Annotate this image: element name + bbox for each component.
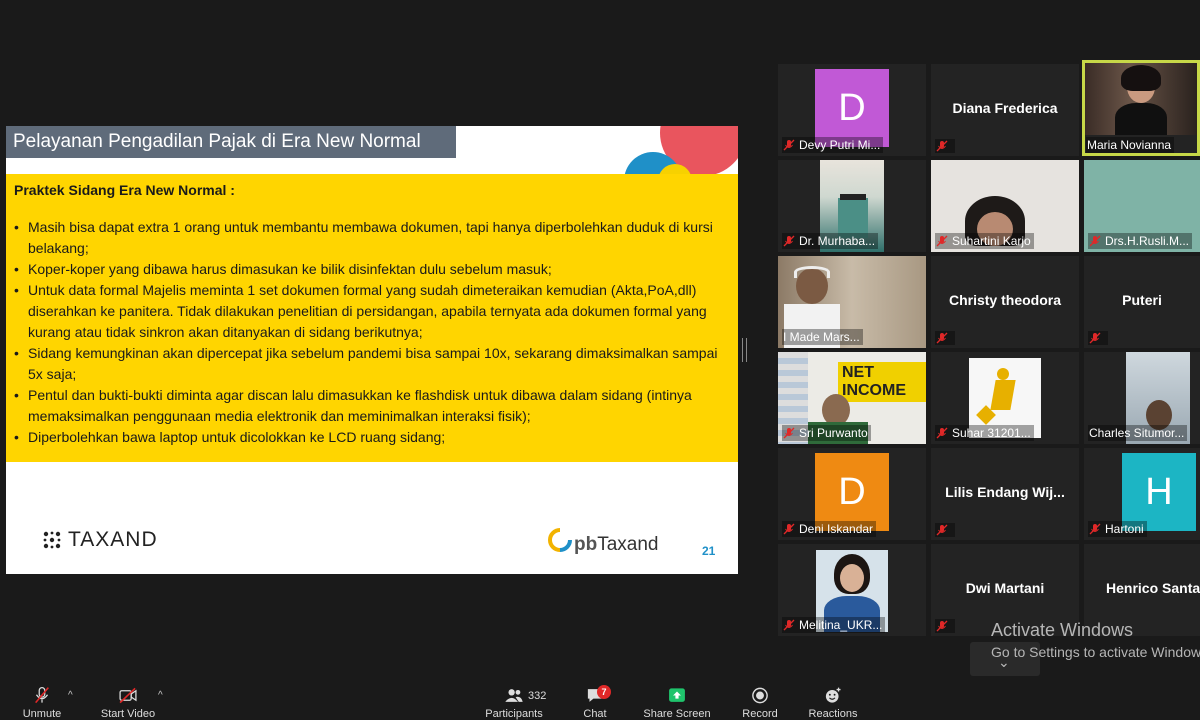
mic-off-icon [783, 235, 795, 247]
reactions-button[interactable]: Reactions [806, 680, 860, 720]
participant-tile-imade[interactable]: I Made Mars... [778, 256, 926, 348]
mic-off-icon [1089, 523, 1101, 535]
mic-off-icon [936, 140, 948, 152]
participant-tile-murhaba[interactable]: Dr. Murhaba... [778, 160, 926, 252]
participant-name: Drs.H.Rusli.M... [1088, 233, 1192, 249]
mic-off-icon [936, 427, 948, 439]
bullet-item: • Pentul dan bukti-bukti diminta agar dis… [14, 387, 692, 424]
slide-page-number: 21 [702, 544, 716, 558]
participant-tile-maria-active-speaker[interactable]: Maria Novianna [1082, 60, 1200, 156]
participant-display-name: Lilis Endang Wij... [945, 484, 1065, 500]
participant-tile-rusli[interactable]: Drs.H.Rusli.M... [1084, 160, 1200, 252]
slide-content-box: Praktek Sidang Era New Normal : • Masih b… [6, 174, 738, 462]
section-heading: Praktek Sidang Era New Normal : [14, 182, 235, 198]
share-screen-button[interactable]: Share Screen [642, 680, 712, 720]
participant-name [935, 139, 955, 153]
activate-windows-subtitle: Go to Settings to activate Window [991, 644, 1200, 660]
participant-display-name: Christy theodora [948, 292, 1061, 308]
start-video-button[interactable]: Start Video [100, 680, 156, 720]
participant-name: Suhar 31201... [935, 425, 1034, 441]
mic-off-icon [1089, 235, 1101, 247]
record-button[interactable]: Record [740, 680, 780, 720]
participant-name: Sri Purwanto [782, 425, 871, 441]
participant-tile-deni[interactable]: D Deni Iskandar [778, 448, 926, 540]
pbtaxand-logo: pb Taxand [548, 528, 659, 556]
mic-off-icon [936, 332, 948, 344]
participants-count: 332 [528, 690, 547, 702]
participant-tile-suhartini[interactable]: Suhartini Karjo [931, 160, 1079, 252]
meeting-toolbar: Unmute ^ Start Video ^ Participants 332 … [0, 680, 1200, 720]
participant-display-name: Puteri [1122, 292, 1162, 308]
avatar: D [815, 69, 889, 147]
bullet-item: • Diperbolehkan bawa laptop untuk dicolok… [14, 429, 446, 445]
mic-off-icon [783, 427, 795, 439]
participant-tile-lilis[interactable]: Lilis Endang Wij... [931, 448, 1079, 540]
participant-name: I Made Mars... [782, 329, 863, 345]
share-screen-icon [669, 688, 685, 702]
unmute-button[interactable]: Unmute [22, 680, 62, 720]
participant-display-name: Dwi Martani [965, 580, 1045, 596]
slide-header: Pelayanan Pengadilan Pajak di Era New No… [6, 126, 738, 210]
pbtaxand-mark-icon [548, 528, 572, 552]
bullet-item: • Untuk data formal Majelis meminta 1 set… [14, 282, 707, 340]
participant-name: Deni Iskandar [782, 521, 877, 537]
participant-tile-suhar[interactable]: Suhar 31201... [931, 352, 1079, 444]
participant-name: Hartoni [1088, 521, 1147, 537]
participants-icon [505, 689, 523, 702]
audio-options-caret[interactable]: ^ [68, 690, 73, 701]
avatar: D [815, 453, 889, 531]
shared-slide: Pelayanan Pengadilan Pajak di Era New No… [6, 126, 738, 574]
bullet-list: • Masih bisa dapat extra 1 orang untuk me… [14, 217, 730, 448]
bullet-item: • Sidang kemungkinan akan dipercepat jika… [14, 345, 718, 382]
participant-name [935, 331, 955, 345]
participant-name: Charles Situmor... [1088, 425, 1188, 441]
reactions-smiley-icon [825, 687, 841, 703]
slide-title: Pelayanan Pengadilan Pajak di Era New No… [6, 126, 456, 158]
participant-tile-hartoni[interactable]: H Hartoni [1084, 448, 1200, 540]
split-resize-handle[interactable] [742, 338, 747, 362]
avatar: H [1122, 453, 1196, 531]
participant-tile-christy[interactable]: Christy theodora [931, 256, 1079, 348]
mic-off-icon [1089, 332, 1101, 344]
mic-off-icon [936, 235, 948, 247]
activate-windows-title: Activate Windows [991, 620, 1134, 640]
taxand-logo: TAXAND [42, 528, 158, 552]
mic-off-icon [936, 524, 948, 536]
mic-off-icon [783, 619, 795, 631]
taxand-dots-icon [43, 531, 61, 549]
participant-name [935, 619, 955, 633]
participant-name: Dr. Murhaba... [782, 233, 879, 249]
participant-name [1088, 331, 1108, 345]
mic-off-icon [783, 523, 795, 535]
bullet-item: • Masih bisa dapat extra 1 orang untuk me… [14, 219, 713, 256]
participant-name: Melitina_UKR... [782, 617, 886, 633]
mic-off-icon [783, 139, 795, 151]
participant-name: Maria Novianna [1086, 137, 1175, 153]
video-options-caret[interactable]: ^ [158, 690, 163, 701]
video-feed [1085, 63, 1197, 135]
participant-name [935, 523, 955, 537]
participant-tile-melitina[interactable]: Melitina_UKR... [778, 544, 926, 636]
video-off-icon [119, 687, 137, 704]
participant-display-name: Henrico Santar [1106, 580, 1200, 596]
participant-tile-puteri[interactable]: Puteri [1084, 256, 1200, 348]
participant-display-name: Diana Frederica [952, 100, 1058, 116]
participant-name: Suhartini Karjo [935, 233, 1034, 249]
participant-tile-diana[interactable]: Diana Frederica [931, 64, 1079, 156]
mic-muted-icon [35, 686, 49, 704]
bullet-item: • Koper-koper yang dibawa harus dimasukan… [14, 261, 552, 277]
chat-unread-badge: 7 [597, 685, 611, 699]
participant-tile-devy[interactable]: D Devy Putri Mi... [778, 64, 926, 156]
participant-tile-sri[interactable]: NET INCOME Sri Purwanto [778, 352, 926, 444]
participant-tile-charles[interactable]: Charles Situmor... [1084, 352, 1200, 444]
mic-off-icon [936, 620, 948, 632]
participant-name: Devy Putri Mi... [782, 137, 884, 153]
record-icon [752, 687, 768, 704]
